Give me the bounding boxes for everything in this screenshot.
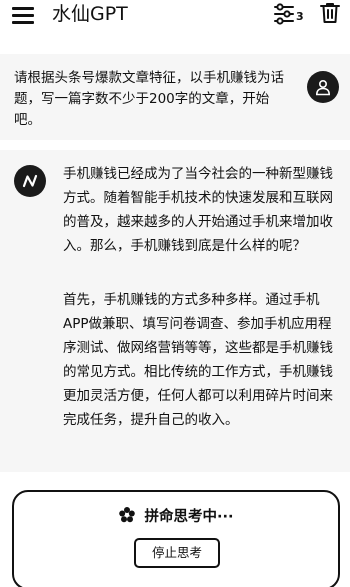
thinking-status-text: 拼命思考中··· bbox=[144, 509, 234, 525]
conversation-count-badge: 3 bbox=[296, 10, 304, 23]
user-avatar bbox=[307, 71, 339, 103]
delete-button[interactable] bbox=[318, 1, 342, 25]
user-message: 请根据头条号爆款文章特征，以手机赚钱为话题，写一篇字数不少于200字的文章，开始… bbox=[0, 54, 350, 140]
flower-spinner-icon bbox=[119, 507, 136, 523]
app-title: 水仙GPT bbox=[52, 3, 128, 25]
sliders-icon bbox=[274, 3, 294, 25]
thinking-panel: 拼命思考中··· 停止思考 bbox=[12, 490, 340, 587]
assistant-avatar bbox=[14, 165, 46, 197]
assistant-paragraph: 手机赚钱已经成为了当今社会的一种新型赚钱方式。随着智能手机技术的快速发展和互联网… bbox=[63, 166, 333, 254]
stop-thinking-button[interactable]: 停止思考 bbox=[134, 538, 220, 568]
assistant-paragraph: 首先，手机赚钱的方式多种多样。通过手机APP做兼职、填写问卷调查、参加手机应用程… bbox=[63, 292, 333, 428]
thinking-status: 拼命思考中··· bbox=[14, 506, 338, 528]
trash-icon bbox=[320, 3, 340, 23]
hamburger-menu-icon[interactable] bbox=[12, 3, 36, 25]
top-bar: 水仙GPT 3 bbox=[0, 0, 350, 40]
openai-logo-icon bbox=[22, 174, 38, 188]
user-icon bbox=[315, 79, 331, 96]
user-message-text: 请根据头条号爆款文章特征，以手机赚钱为话题，写一篇字数不少于200字的文章，开始… bbox=[14, 70, 284, 128]
conversations-button[interactable]: 3 bbox=[272, 2, 308, 28]
assistant-message: 手机赚钱已经成为了当今社会的一种新型赚钱方式。随着智能手机技术的快速发展和互联网… bbox=[0, 150, 350, 472]
